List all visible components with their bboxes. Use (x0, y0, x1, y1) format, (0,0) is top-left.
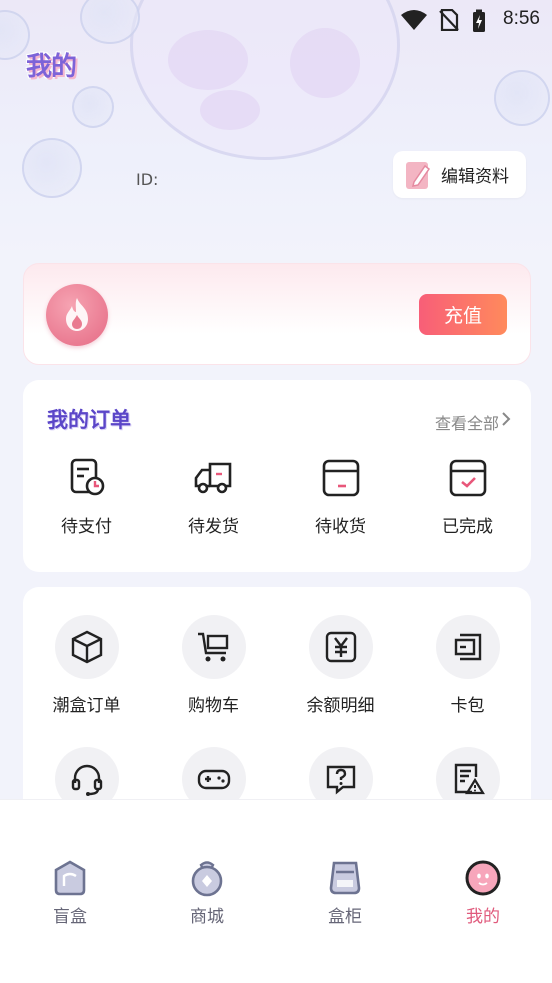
user-id-label: ID: (136, 170, 159, 189)
order-status-label: 待收货 (315, 517, 366, 537)
cube-icon (71, 630, 102, 664)
status-time: 8:56 (503, 8, 540, 29)
headset-icon (71, 764, 102, 796)
order-status-label: 待发货 (188, 517, 239, 537)
gamepad-icon (197, 769, 230, 790)
nav-mall[interactable]: 商城 (167, 858, 247, 927)
tool-label: 潮盒订单 (52, 696, 121, 716)
battery-icon (473, 9, 485, 32)
nav-blind-box[interactable]: 盲盒 (30, 858, 110, 927)
header-background (0, 0, 552, 260)
nav-label: 我的 (466, 907, 500, 927)
yuan-icon (325, 631, 356, 663)
chevron-right-icon[interactable] (501, 411, 511, 427)
truck-icon (194, 462, 231, 494)
nav-box-cabinet[interactable]: 盒柜 (305, 858, 385, 927)
decor-petal (168, 30, 248, 90)
edit-icon (406, 161, 431, 189)
tool-balance-details[interactable]: 余额明细 (277, 615, 404, 716)
order-pending-payment[interactable]: 待支付 (23, 456, 150, 537)
tools-row-1: 潮盒订单 购物车 余额明细 卡包 (23, 615, 531, 716)
order-status-label: 待支付 (61, 517, 112, 537)
tool-label: 购物车 (188, 696, 239, 716)
profile-face-icon (465, 860, 501, 896)
decor-bubble (72, 86, 114, 128)
decor-bubble (494, 70, 550, 126)
wifi-icon (401, 10, 427, 30)
bottom-nav: 盲盒 商城 盒柜 我的 (0, 799, 552, 983)
tool-label: 余额明细 (306, 696, 375, 716)
tool-label: 卡包 (450, 696, 485, 716)
edit-profile-button[interactable]: 编辑资料 (393, 151, 526, 198)
nav-mine[interactable]: 我的 (443, 858, 523, 927)
decor-petal (200, 90, 260, 130)
no-sim-icon (439, 9, 459, 31)
order-status-row: 待支付 待发货 待收货 已完成 (23, 456, 531, 537)
nav-label: 商城 (190, 907, 224, 927)
status-bar: 8:56 (0, 0, 552, 38)
wallet-icon (454, 633, 481, 661)
box-icon (322, 459, 359, 497)
order-pending-receipt[interactable]: 待收货 (277, 456, 404, 537)
orders-title: 我的订单 (47, 408, 131, 432)
fire-coin-icon (46, 284, 108, 346)
edit-profile-label: 编辑资料 (441, 167, 509, 187)
box-check-icon (449, 459, 486, 497)
tool-trend-box-orders[interactable]: 潮盒订单 (23, 615, 150, 716)
nav-label: 盲盒 (53, 907, 87, 927)
orders-card: 我的订单 查看全部 待支付 待发货 待收货 已完成 (23, 380, 531, 572)
recharge-button[interactable]: 充值 (419, 294, 507, 335)
view-all-orders-link[interactable]: 查看全部 (435, 410, 499, 434)
tool-card-wallet[interactable]: 卡包 (404, 615, 531, 716)
wallet-card: 充值 (23, 263, 531, 365)
nav-label: 盒柜 (328, 907, 362, 927)
help-icon (326, 765, 355, 795)
order-pending-shipment[interactable]: 待发货 (150, 456, 277, 537)
mall-bag-icon (191, 861, 223, 897)
report-icon (454, 763, 485, 795)
pending-payment-icon (70, 458, 104, 496)
decor-bubble (22, 138, 82, 198)
cart-icon (197, 632, 228, 662)
cabinet-icon (329, 861, 361, 895)
order-completed[interactable]: 已完成 (404, 456, 531, 537)
page-title: 我的 (26, 52, 77, 82)
decor-petal (290, 28, 360, 98)
order-status-label: 已完成 (442, 517, 493, 537)
tool-cart[interactable]: 购物车 (150, 615, 277, 716)
blind-box-icon (54, 860, 86, 896)
